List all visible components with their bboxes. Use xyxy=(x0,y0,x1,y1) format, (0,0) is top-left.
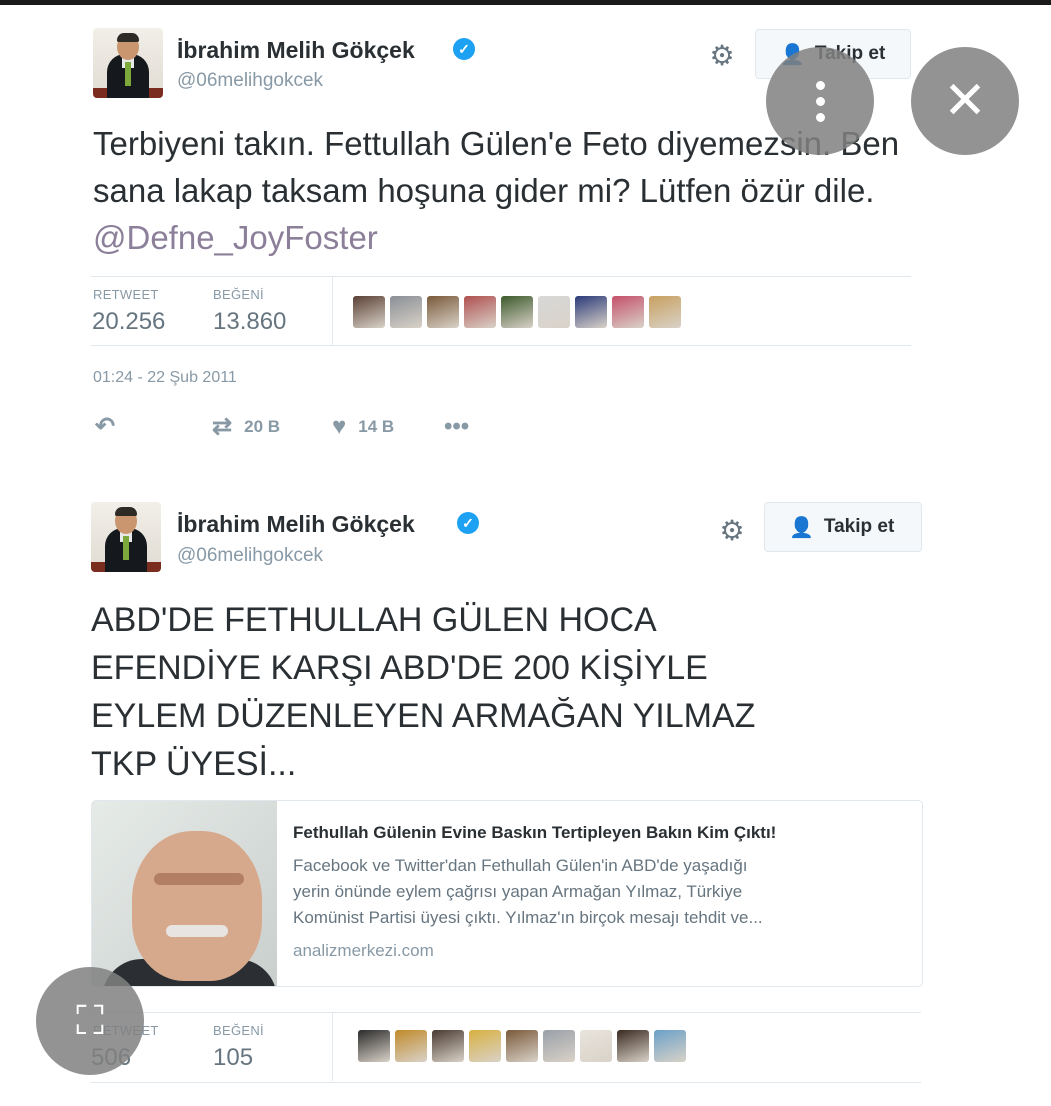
gear-icon[interactable]: ⚙ xyxy=(708,42,736,70)
lens-scan-icon: ⛶ xyxy=(76,998,104,1043)
stats-vertical-divider xyxy=(332,1013,333,1081)
tweet-line: ABD'DE FETHULLAH GÜLEN HOCA xyxy=(91,601,657,639)
retweet-action-count: 20 B xyxy=(244,416,281,436)
card-image xyxy=(92,801,277,986)
stats-top-divider xyxy=(91,276,911,277)
author-handle[interactable]: @06melihgokcek xyxy=(177,545,323,567)
stats-bottom-divider xyxy=(91,345,911,346)
card-title: Fethullah Gülenin Evine Baskın Tertipley… xyxy=(293,823,777,842)
liker-avatar[interactable] xyxy=(575,296,607,328)
heart-icon: ♥ xyxy=(332,412,347,440)
follow-label: Takip et xyxy=(823,516,895,537)
liker-avatar[interactable] xyxy=(506,1030,538,1062)
card-description: Facebook ve Twitter'dan Fethullah Gülen'… xyxy=(293,853,903,931)
tweet-line: TKP ÜYESİ... xyxy=(91,745,297,783)
close-button[interactable]: ✕ xyxy=(911,47,1019,155)
liker-avatar[interactable] xyxy=(469,1030,501,1062)
tweet-text: ABD'DE FETHULLAH GÜLEN HOCA EFENDİYE KAR… xyxy=(91,596,931,788)
follow-button[interactable]: 👤 Takip et xyxy=(764,502,922,552)
more-actions-button[interactable]: ••• xyxy=(444,413,481,441)
verified-badge-icon: ✓ xyxy=(453,38,475,60)
liker-avatar[interactable] xyxy=(617,1030,649,1062)
card-desc-line: Facebook ve Twitter'dan Fethullah Gülen'… xyxy=(293,856,748,875)
like-count[interactable]: 105 xyxy=(213,1044,253,1072)
author-name[interactable]: İbrahim Melih Gökçek xyxy=(177,511,415,538)
add-user-icon: 👤 xyxy=(789,516,814,539)
stats-vertical-divider xyxy=(332,277,333,345)
card-desc-line: Komünist Partisi üyesi çıktı. Yılmaz'ın … xyxy=(293,908,763,927)
like-label: BEĞENİ xyxy=(213,1023,264,1038)
reply-icon: ↶ xyxy=(95,413,116,440)
retweet-button[interactable]: ⇄ 20 B xyxy=(212,412,332,441)
author-name[interactable]: İbrahim Melih Gökçek xyxy=(177,37,415,64)
like-label: BEĞENİ xyxy=(213,287,264,302)
liker-avatar[interactable] xyxy=(612,296,644,328)
avatar[interactable] xyxy=(93,28,163,98)
liker-avatar[interactable] xyxy=(432,1030,464,1062)
retweet-icon: ⇄ xyxy=(212,413,233,440)
liker-avatars xyxy=(358,1030,686,1062)
liker-avatar[interactable] xyxy=(538,296,570,328)
lens-button[interactable]: ⛶ xyxy=(36,967,144,1075)
liker-avatar[interactable] xyxy=(501,296,533,328)
liker-avatar[interactable] xyxy=(649,296,681,328)
card-desc-line: yerin önünde eylem çağrısı yapan Armağan… xyxy=(293,882,743,901)
tweet-line: EFENDİYE KARŞI ABD'DE 200 KİŞİYLE xyxy=(91,649,708,687)
liker-avatar[interactable] xyxy=(427,296,459,328)
tweet-2: İbrahim Melih Gökçek ✓ @06melihgokcek ⚙ … xyxy=(0,490,1051,1106)
avatar[interactable] xyxy=(91,502,161,572)
tweet-1: İbrahim Melih Gökçek ✓ @06melihgokcek ⚙ … xyxy=(0,0,1051,460)
like-action-count: 14 B xyxy=(358,416,395,436)
tweet-line: EYLEM DÜZENLEYEN ARMAĞAN YILMAZ xyxy=(91,697,756,735)
link-card[interactable]: Fethullah Gülenin Evine Baskın Tertipley… xyxy=(91,800,923,987)
tweet-body: Terbiyeni takın. Fettullah Gülen'e Feto … xyxy=(93,125,900,209)
liker-avatar[interactable] xyxy=(543,1030,575,1062)
retweet-label: RETWEET xyxy=(93,287,159,302)
liker-avatar[interactable] xyxy=(353,296,385,328)
timestamp[interactable]: 01:24 - 22 Şub 2011 xyxy=(93,369,237,387)
liker-avatar[interactable] xyxy=(358,1030,390,1062)
liker-avatar[interactable] xyxy=(654,1030,686,1062)
author-handle[interactable]: @06melihgokcek xyxy=(177,70,323,92)
more-horizontal-icon: ••• xyxy=(444,412,470,440)
like-count[interactable]: 13.860 xyxy=(213,308,286,336)
tweet-actions: ↶ ⇄ 20 B ♥ 14 B ••• xyxy=(95,412,481,441)
liker-avatar[interactable] xyxy=(464,296,496,328)
liker-avatar[interactable] xyxy=(390,296,422,328)
like-button[interactable]: ♥ 14 B xyxy=(332,413,444,441)
gear-icon[interactable]: ⚙ xyxy=(718,517,746,545)
stats-bottom-divider xyxy=(91,1082,921,1083)
mention-link[interactable]: @Defne_JoyFoster xyxy=(93,219,378,256)
reply-button[interactable]: ↶ xyxy=(95,412,212,441)
liker-avatar[interactable] xyxy=(580,1030,612,1062)
close-icon: ✕ xyxy=(943,72,987,130)
retweet-count[interactable]: 20.256 xyxy=(92,308,165,336)
liker-avatars xyxy=(353,296,681,328)
verified-badge-icon: ✓ xyxy=(457,512,479,534)
more-vertical-icon xyxy=(815,80,825,122)
more-options-button[interactable] xyxy=(766,47,874,155)
card-url: analizmerkezi.com xyxy=(293,941,434,960)
liker-avatar[interactable] xyxy=(395,1030,427,1062)
stats-top-divider xyxy=(91,1012,921,1013)
